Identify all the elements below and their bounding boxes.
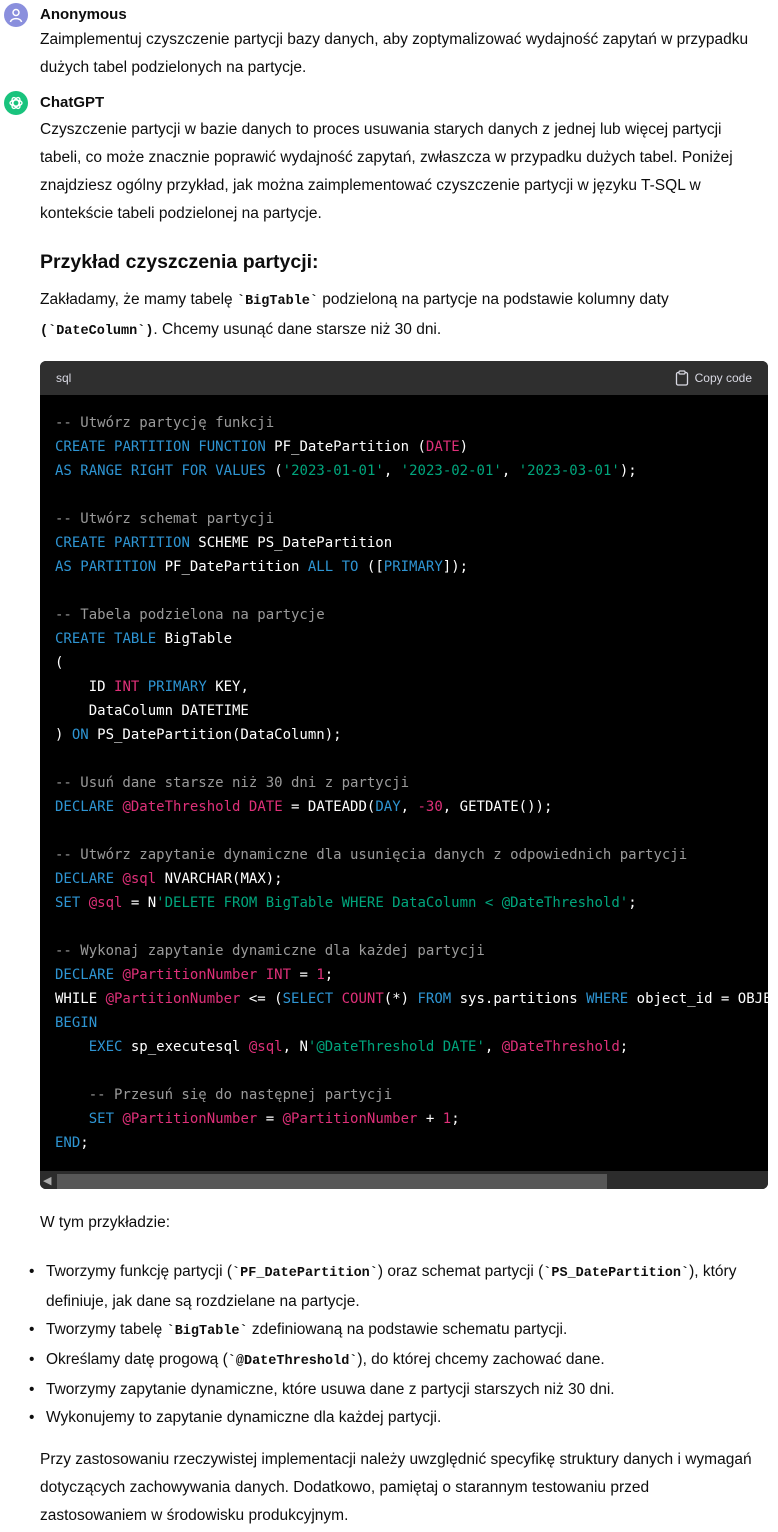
user-message: Zaimplementuj czyszczenie partycji bazy … bbox=[40, 31, 749, 76]
user-icon bbox=[9, 8, 23, 23]
inline-code-ps-datepartition: `PS_DatePartition` bbox=[543, 1266, 690, 1281]
clipboard-icon bbox=[675, 370, 688, 386]
scrollbar-thumb[interactable] bbox=[57, 1174, 607, 1189]
code-line: DECLARE @PartitionNumber INT = 1; bbox=[55, 967, 334, 983]
inline-code-bigtable: `BigTable` bbox=[166, 1324, 248, 1339]
code-line: ( bbox=[55, 655, 64, 671]
horizontal-scrollbar[interactable]: ◀ bbox=[40, 1171, 768, 1189]
inline-code-datethreshold: `@DateThreshold` bbox=[227, 1354, 358, 1369]
example-intro: W tym przykładzie: bbox=[40, 1214, 171, 1231]
assistant-avatar bbox=[4, 91, 28, 115]
openai-logo-icon bbox=[9, 96, 23, 110]
code-block: sql Copy code -- Utwórz partycję funkcji… bbox=[40, 361, 768, 1189]
assumption-text-2: podzieloną na partycje na podstawie kolu… bbox=[318, 291, 669, 308]
code-line: ) ON PS_DatePartition(DataColumn); bbox=[55, 727, 342, 743]
code-line: SET @PartitionNumber = @PartitionNumber … bbox=[88, 1111, 460, 1127]
code-line: EXEC sp_executesql @sql, N'@DateThreshol… bbox=[88, 1039, 629, 1055]
code-line: DECLARE @sql NVARCHAR(MAX); bbox=[55, 871, 283, 887]
assumption-paragraph: Zakładamy, że mamy tabelę `BigTable` pod… bbox=[40, 286, 760, 346]
code-line: DECLARE @DateThreshold DATE = DATEADD(DA… bbox=[55, 799, 553, 815]
bullet-text: ) oraz schemat partycji ( bbox=[377, 1263, 544, 1280]
assistant-intro: Czyszczenie partycji w bazie danych to p… bbox=[40, 121, 733, 222]
bullet-text: ), do której chcemy zachować dane. bbox=[357, 1351, 605, 1368]
code-line: -- Wykonaj zapytanie dynamiczne dla każd… bbox=[55, 943, 485, 959]
user-name: Anonymous bbox=[40, 6, 127, 23]
list-item: Tworzymy zapytanie dynamiczne, które usu… bbox=[20, 1376, 765, 1404]
code-line: ID INT PRIMARY KEY, bbox=[55, 679, 249, 695]
inline-code-datecolumn: (`DateColumn`) bbox=[40, 324, 154, 339]
list-item: Tworzymy funkcję partycji (`PF_DateParti… bbox=[20, 1258, 765, 1316]
bullet-text: Tworzymy funkcję partycji ( bbox=[46, 1263, 233, 1280]
code-line: -- Utwórz schemat partycji bbox=[55, 511, 275, 527]
list-item: Tworzymy tabelę `BigTable` zdefiniowaną … bbox=[20, 1316, 765, 1346]
scroll-left-arrow-icon[interactable]: ◀ bbox=[43, 1174, 51, 1187]
code-line: AS PARTITION PF_DatePartition ALL TO ([P… bbox=[55, 559, 469, 575]
copy-code-button[interactable]: Copy code bbox=[675, 370, 752, 386]
code-line: CREATE PARTITION FUNCTION PF_DatePartiti… bbox=[55, 439, 469, 455]
code-language-label: sql bbox=[56, 371, 72, 385]
code-line: CREATE TABLE BigTable bbox=[55, 631, 233, 647]
copy-code-label: Copy code bbox=[694, 371, 752, 385]
section-heading: Przykład czyszczenia partycji: bbox=[40, 251, 319, 273]
assistant-name: ChatGPT bbox=[40, 94, 105, 111]
code-line: BEGIN bbox=[55, 1015, 98, 1031]
inline-code-bigtable: `BigTable` bbox=[236, 294, 318, 309]
code-line: DataColumn DATETIME bbox=[55, 703, 249, 719]
code-line: SET @sql = N'DELETE FROM BigTable WHERE … bbox=[55, 895, 637, 911]
bullet-text: Wykonujemy to zapytanie dynamiczne dla k… bbox=[46, 1409, 442, 1426]
assumption-text-3: . Chcemy usunąć dane starsze niż 30 dni. bbox=[153, 321, 442, 338]
closing-paragraph: Przy zastosowaniu rzeczywistej implement… bbox=[40, 1451, 752, 1524]
code-line: -- Tabela podzielona na partycje bbox=[55, 607, 325, 623]
code-line: END; bbox=[55, 1135, 89, 1151]
list-item: Określamy datę progową (`@DateThreshold`… bbox=[20, 1346, 765, 1376]
code-line: -- Usuń dane starsze niż 30 dni z partyc… bbox=[55, 775, 410, 791]
explanation-list: Tworzymy funkcję partycji (`PF_DateParti… bbox=[20, 1258, 765, 1432]
code-line: AS RANGE RIGHT FOR VALUES ('2023-01-01',… bbox=[55, 463, 637, 479]
code-line: WHILE @PartitionNumber <= (SELECT COUNT(… bbox=[55, 991, 768, 1007]
code-line: -- Utwórz zapytanie dynamiczne dla usuni… bbox=[55, 847, 688, 863]
code-line: -- Przesuń się do następnej partycji bbox=[88, 1087, 393, 1103]
code-line: -- Utwórz partycję funkcji bbox=[55, 415, 275, 431]
list-item: Wykonujemy to zapytanie dynamiczne dla k… bbox=[20, 1404, 765, 1432]
user-avatar bbox=[4, 3, 28, 27]
assumption-text-1: Zakładamy, że mamy tabelę bbox=[40, 291, 237, 308]
inline-code-pf-datepartition: `PF_DatePartition` bbox=[232, 1266, 378, 1281]
code-line: CREATE PARTITION SCHEME PS_DatePartition bbox=[55, 535, 393, 551]
bullet-text: zdefiniowaną na podstawie schematu party… bbox=[247, 1321, 568, 1338]
code-content: -- Utwórz partycję funkcji CREATE PARTITI… bbox=[55, 411, 768, 1155]
code-block-header: sql Copy code bbox=[40, 361, 768, 395]
bullet-text: Tworzymy tabelę bbox=[46, 1321, 167, 1338]
bullet-text: Określamy datę progową ( bbox=[46, 1351, 228, 1368]
bullet-text: Tworzymy zapytanie dynamiczne, które usu… bbox=[46, 1381, 615, 1398]
